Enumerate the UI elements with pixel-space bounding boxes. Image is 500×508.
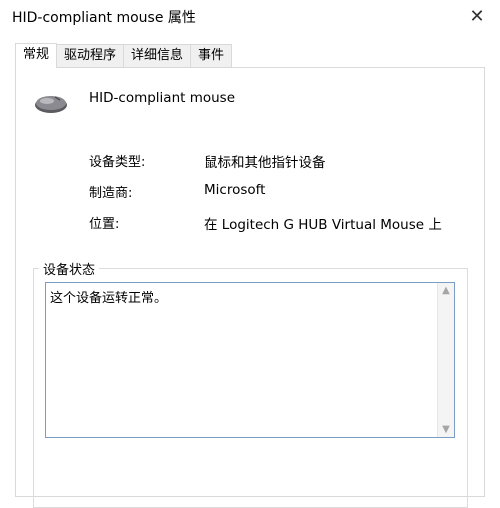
tab-events[interactable]: 事件 bbox=[190, 44, 233, 67]
scroll-up-icon[interactable]: ▲ bbox=[438, 285, 454, 296]
device-type-label: 设备类型: bbox=[89, 155, 146, 170]
title-bar: HID-compliant mouse 属性 ✕ bbox=[0, 0, 500, 33]
device-name: HID-compliant mouse bbox=[89, 90, 236, 106]
tab-general[interactable]: 常规 bbox=[15, 43, 58, 68]
tab-details[interactable]: 详细信息 bbox=[123, 44, 192, 67]
location-label: 位置: bbox=[89, 217, 120, 232]
device-type-value: 鼠标和其他指针设备 bbox=[204, 155, 326, 171]
scroll-down-icon[interactable]: ▼ bbox=[438, 424, 454, 435]
close-button[interactable]: ✕ bbox=[454, 0, 500, 33]
window-title: HID-compliant mouse 属性 bbox=[12, 10, 196, 26]
device-status-textbox[interactable]: 这个设备运转正常。 ▲ ▼ bbox=[45, 282, 455, 438]
location-value: 在 Logitech G HUB Virtual Mouse 上 bbox=[204, 217, 442, 233]
close-icon: ✕ bbox=[469, 6, 485, 27]
mouse-icon bbox=[33, 93, 69, 119]
device-status-text: 这个设备运转正常。 bbox=[50, 291, 168, 306]
tab-driver[interactable]: 驱动程序 bbox=[56, 44, 125, 67]
tab-strip: 常规 驱动程序 详细信息 事件 bbox=[15, 43, 233, 68]
manufacturer-label: 制造商: bbox=[89, 186, 133, 201]
manufacturer-value: Microsoft bbox=[204, 182, 266, 198]
vertical-scrollbar[interactable]: ▲ ▼ bbox=[437, 283, 454, 437]
device-status-title: 设备状态 bbox=[39, 259, 100, 278]
